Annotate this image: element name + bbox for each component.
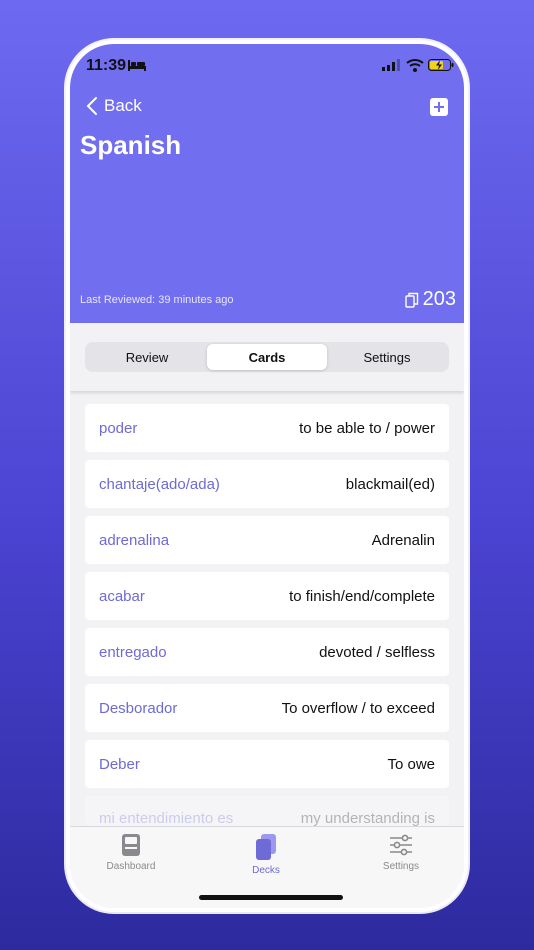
card-row[interactable]: mi entendimiento es my understanding is — [85, 796, 449, 826]
sliders-icon — [390, 834, 412, 856]
card-term: Desborador — [99, 699, 178, 717]
card-term: adrenalina — [99, 531, 170, 549]
card-definition: to be able to / power — [299, 419, 435, 437]
card-term: entregado — [99, 643, 167, 661]
phone-frame: 11:39 Back Spanish Last Reviewed: 39 min… — [66, 40, 468, 912]
card-term: poder — [99, 419, 138, 437]
card-definition: To overflow / to exceed — [281, 699, 435, 717]
segment-bar: Review Cards Settings — [70, 323, 464, 391]
card-row[interactable]: acabar to finish/end/complete — [85, 572, 449, 620]
card-count-value: 203 — [422, 288, 456, 310]
dashboard-icon — [122, 834, 140, 856]
segment-settings[interactable]: Settings — [327, 344, 447, 370]
card-row[interactable]: Desborador To overflow / to exceed — [85, 684, 449, 732]
status-bar: 11:39 — [70, 54, 464, 78]
deck-title: Spanish — [80, 130, 182, 160]
card-definition: my understanding is — [300, 810, 435, 826]
card-term: mi entendimiento es — [99, 810, 234, 826]
deck-header: 11:39 Back Spanish Last Reviewed: 39 min… — [70, 44, 464, 323]
card-definition: to finish/end/complete — [289, 587, 435, 605]
decks-icon — [256, 834, 276, 860]
card-definition: Adrenalin — [371, 531, 435, 549]
segmented-control: Review Cards Settings — [85, 342, 449, 372]
card-count: 203 — [404, 288, 456, 311]
segment-review[interactable]: Review — [87, 344, 207, 370]
tab-decks-label: Decks — [252, 865, 280, 876]
tab-dashboard-label: Dashboard — [106, 861, 156, 872]
card-row[interactable]: entregado devoted / selfless — [85, 628, 449, 676]
card-row[interactable]: chantaje(ado/ada) blackmail(ed) — [85, 460, 449, 508]
status-time: 11:39 — [86, 57, 127, 74]
add-card-icon[interactable] — [430, 98, 448, 116]
card-term: chantaje(ado/ada) — [99, 475, 220, 493]
signal-icon — [382, 59, 400, 71]
card-definition: devoted / selfless — [319, 643, 435, 661]
cards-icon — [404, 292, 418, 308]
back-label: Back — [104, 96, 142, 115]
card-term: Deber — [99, 755, 140, 773]
last-reviewed: Last Reviewed: 39 minutes ago — [80, 294, 234, 306]
card-row[interactable]: poder to be able to / power — [85, 404, 449, 452]
card-row[interactable]: Deber To owe — [85, 740, 449, 788]
tab-decks[interactable]: Decks — [221, 833, 311, 876]
tab-settings[interactable]: Settings — [356, 833, 446, 872]
card-list: poder to be able to / power chantaje(ado… — [85, 404, 449, 834]
home-indicator — [199, 895, 343, 900]
tab-settings-label: Settings — [382, 861, 420, 872]
tab-bar: Dashboard Decks Settings — [70, 826, 464, 908]
tab-dashboard[interactable]: Dashboard — [86, 833, 176, 872]
battery-icon — [428, 59, 454, 71]
chevron-left-icon — [86, 97, 97, 115]
card-definition: blackmail(ed) — [345, 475, 435, 493]
wifi-icon — [406, 59, 424, 72]
card-term: acabar — [99, 587, 145, 605]
sleep-focus-icon — [128, 60, 146, 71]
app-screen: 11:39 Back Spanish Last Reviewed: 39 min… — [70, 44, 464, 908]
back-button[interactable]: Back — [86, 96, 142, 116]
card-definition: To owe — [387, 755, 435, 773]
segment-cards[interactable]: Cards — [207, 344, 327, 370]
card-row[interactable]: adrenalina Adrenalin — [85, 516, 449, 564]
